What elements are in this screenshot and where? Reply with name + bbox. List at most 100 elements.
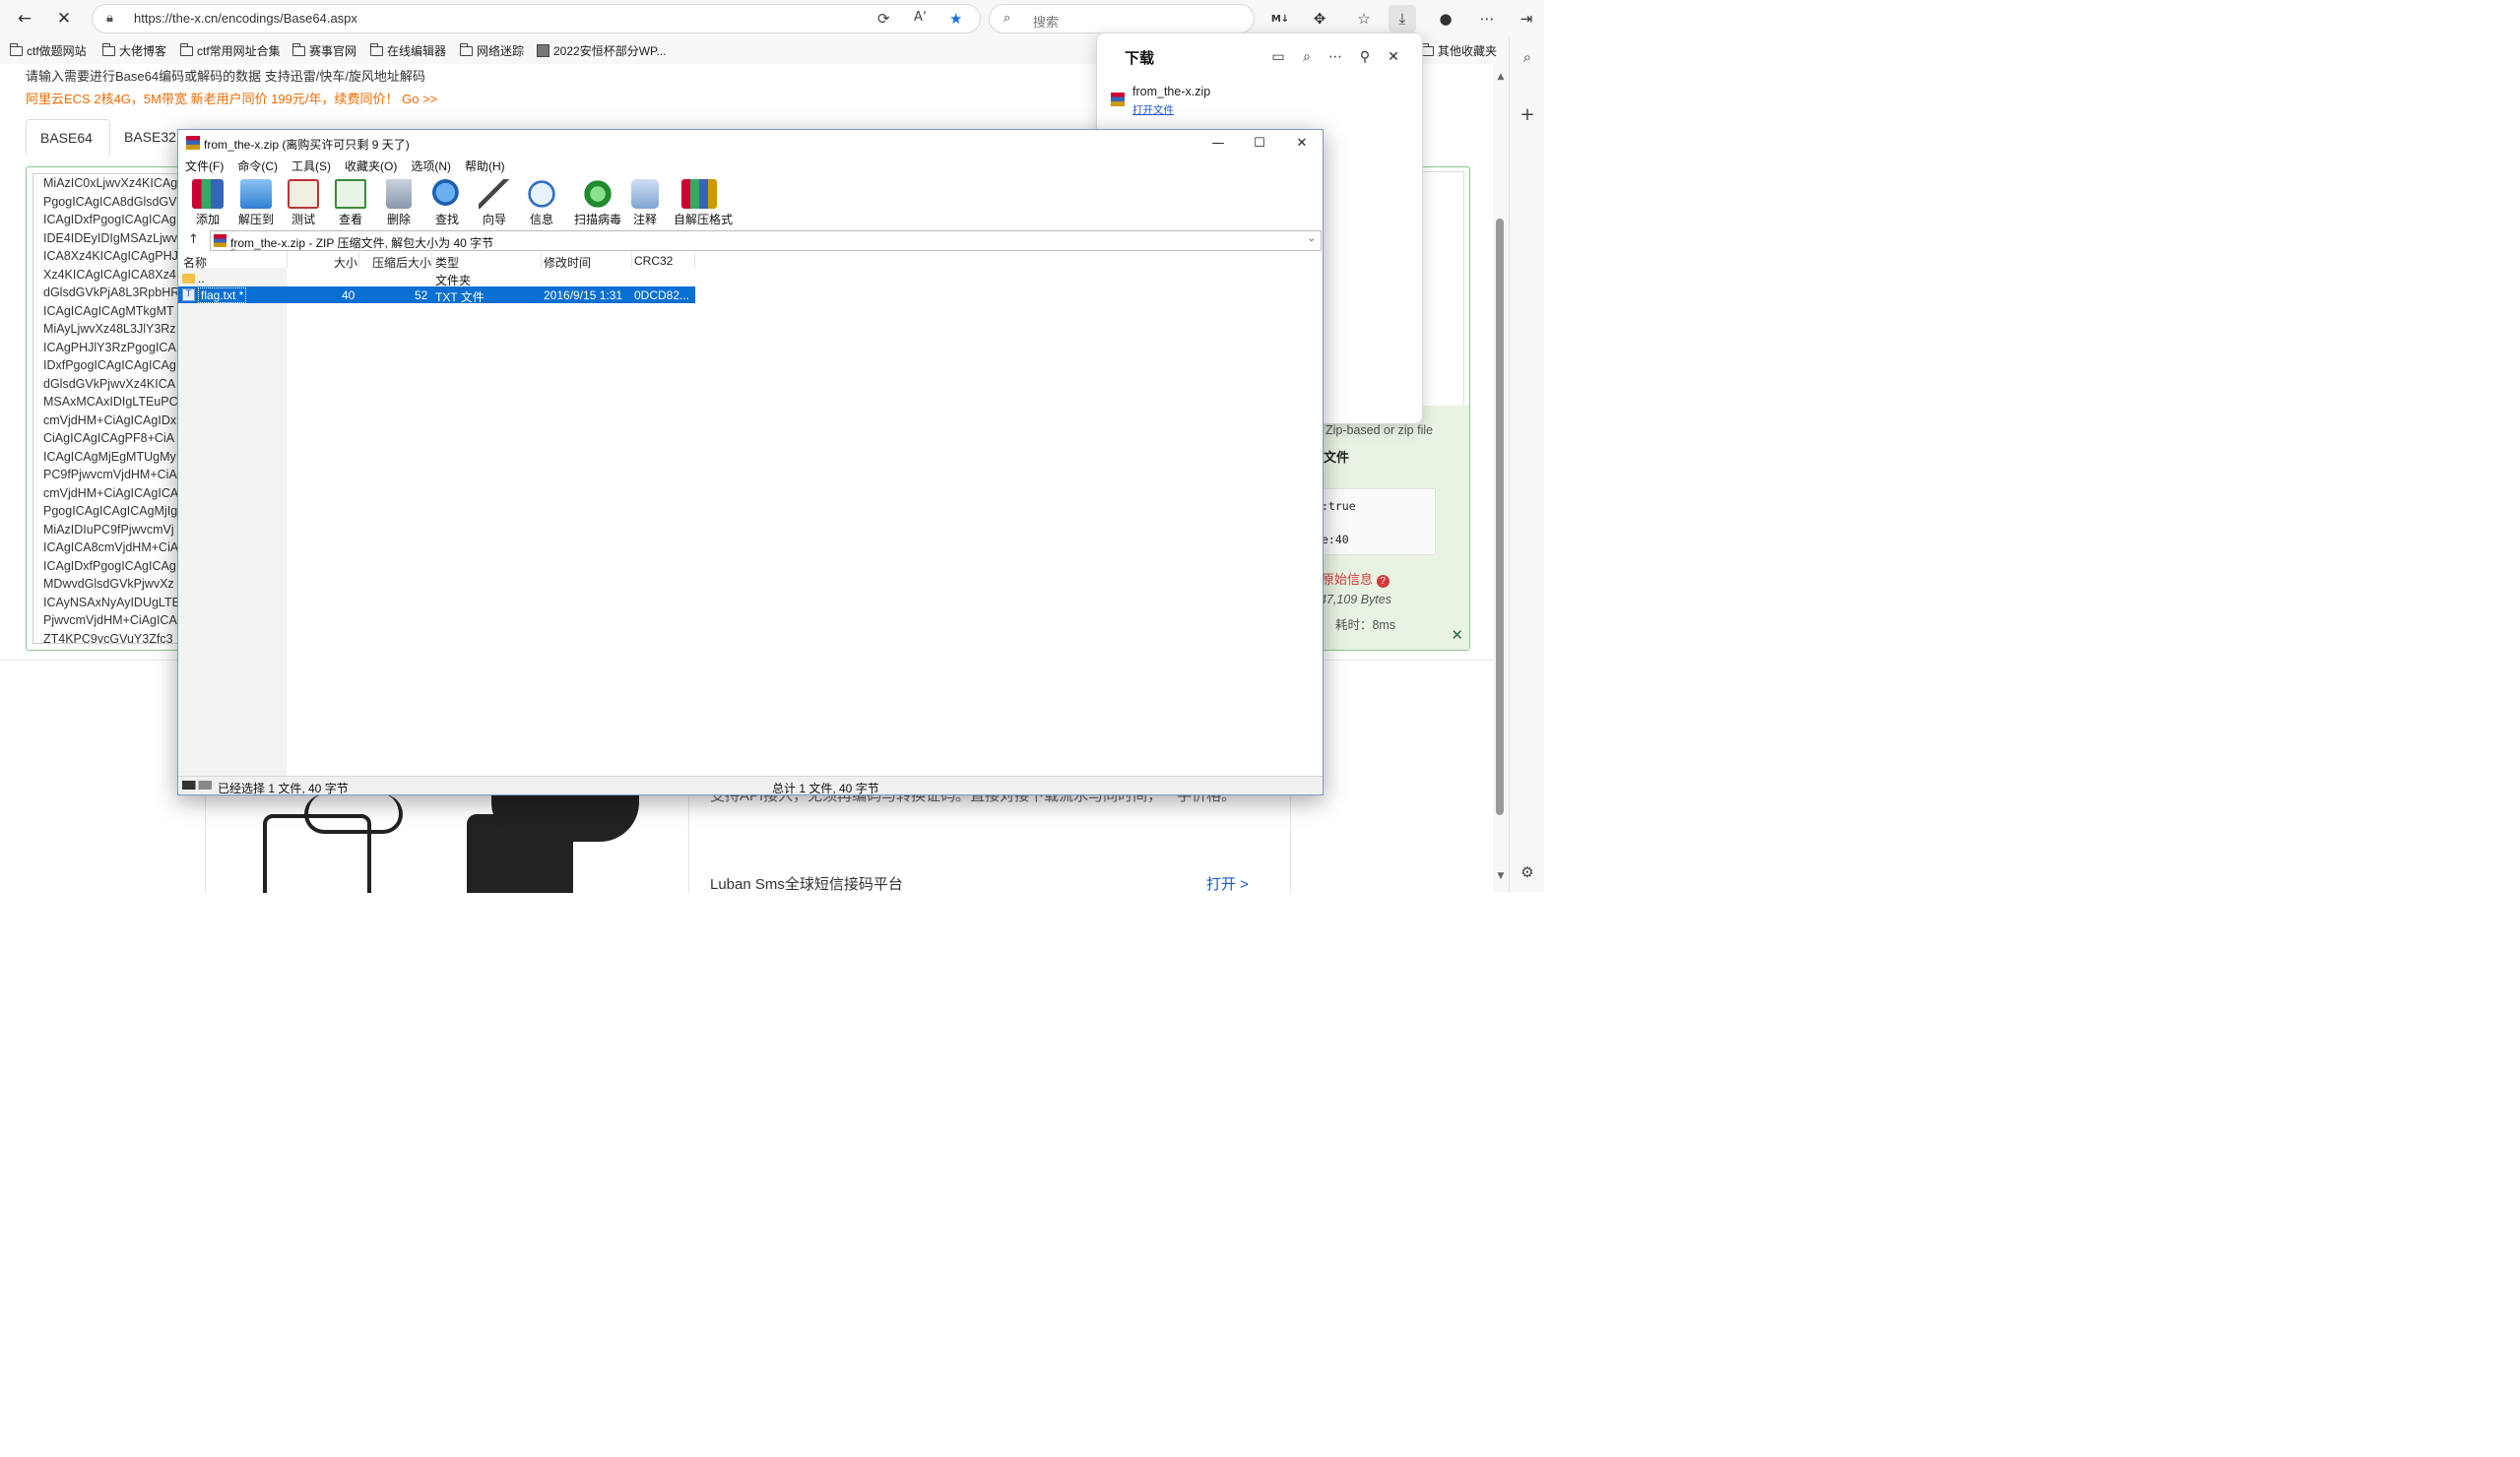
column-header-packed[interactable]: 压缩后大小: [372, 254, 431, 271]
add-button[interactable]: 添加: [186, 179, 229, 228]
page-scrollbar[interactable]: ▲ ▼: [1493, 64, 1509, 893]
menu-commands[interactable]: 命令(C): [230, 156, 285, 175]
minimize-icon[interactable]: —: [1196, 130, 1240, 156]
favorites-icon[interactable]: ☆: [1350, 5, 1378, 32]
table-row[interactable]: T flag.txt * 40 52 TXT 文件 2016/9/15 1:31…: [178, 286, 695, 304]
stop-loading-icon[interactable]: ✕: [50, 5, 78, 32]
window-titlebar[interactable]: from_the-x.zip (离购买许可只剩 9 天了) — ☐ ✕: [178, 130, 1323, 156]
folder-icon: [9, 42, 23, 56]
search-box[interactable]: ⌕ 搜索: [989, 4, 1255, 33]
trash-icon: [386, 179, 412, 209]
gear-icon[interactable]: ⚙: [1516, 860, 1539, 884]
help-icon[interactable]: ?: [1376, 575, 1389, 588]
column-header-crc32[interactable]: CRC32: [634, 254, 673, 268]
column-header-type[interactable]: 类型: [435, 254, 459, 271]
lock-icon[interactable]: 🔒︎: [106, 11, 113, 26]
favorite-star-icon[interactable]: ★: [949, 10, 962, 28]
comment-icon: [631, 179, 659, 209]
info-button[interactable]: 信息: [520, 179, 563, 228]
divider: [358, 252, 359, 268]
comment-button[interactable]: 注释: [623, 179, 667, 228]
tool-label: 测试: [291, 213, 315, 226]
row-name: flag.txt *: [198, 287, 247, 303]
close-icon[interactable]: ✕: [1383, 46, 1404, 68]
virus-scan-button[interactable]: 扫描病毒: [573, 179, 622, 228]
tool-label: 添加: [195, 213, 220, 226]
maximize-icon[interactable]: ☐: [1238, 130, 1281, 156]
search-icon[interactable]: ⌕: [1296, 46, 1318, 68]
bookmark-item[interactable]: 在线编辑器: [369, 42, 446, 59]
add-icon[interactable]: +: [1516, 102, 1539, 126]
menu-file[interactable]: 文件(F): [178, 156, 230, 175]
translate-icon[interactable]: ⟳: [877, 10, 890, 28]
raw-info-label[interactable]: 原始信息 ?: [1322, 569, 1389, 588]
bookmark-item[interactable]: ctf常用网址合集: [179, 42, 281, 59]
menu-favorites[interactable]: 收藏夹(O): [338, 156, 404, 175]
more-icon[interactable]: ⋯: [1325, 46, 1346, 68]
download-item[interactable]: from_the-x.zip 打开文件: [1111, 83, 1406, 118]
delete-button[interactable]: 删除: [377, 179, 420, 228]
bookmark-item[interactable]: 2022安恒杯部分WP...: [537, 42, 666, 59]
menu-tools[interactable]: 工具(S): [285, 156, 338, 175]
search-placeholder: 搜索: [1033, 16, 1060, 31]
menu-options[interactable]: 选项(N): [404, 156, 458, 175]
sidebar-toggle-icon[interactable]: ⇥: [1513, 5, 1540, 32]
column-header-name[interactable]: 名称: [183, 254, 207, 271]
open-file-link[interactable]: 打开文件: [1132, 102, 1174, 117]
column-header-size[interactable]: 大小: [334, 254, 357, 271]
archive-add-icon: [192, 179, 224, 209]
bookmark-item[interactable]: 网络迷踪: [459, 42, 524, 59]
ad-open-link[interactable]: 打开 >: [1206, 873, 1249, 893]
file-list[interactable]: 名称 ^ 大小 压缩后大小 类型 修改时间 CRC32 .. 文件夹 T fla…: [178, 248, 1323, 776]
extensions-icon[interactable]: ✥: [1306, 5, 1333, 32]
view-button[interactable]: 查看: [329, 179, 372, 228]
code-line: :true: [1322, 499, 1356, 513]
clipboard-check-icon: [288, 179, 319, 209]
table-row[interactable]: .. 文件夹: [178, 270, 695, 287]
search-icon[interactable]: ⌕: [1516, 45, 1539, 69]
page-icon: [537, 44, 549, 57]
divider: [688, 792, 689, 893]
promo-link[interactable]: 阿里云ECS 2核4G，5M带宽 新老用户同价 199元/年，续费同价！ Go …: [26, 89, 437, 107]
menu-help[interactable]: 帮助(H): [458, 156, 512, 175]
folder-icon: [179, 42, 193, 56]
downloads-icon[interactable]: ⤓: [1389, 5, 1416, 32]
read-aloud-icon[interactable]: Aʼ: [914, 10, 927, 25]
test-button[interactable]: 测试: [282, 179, 325, 228]
bookmark-item[interactable]: ctf做题网站: [9, 42, 87, 59]
close-icon[interactable]: ✕: [1451, 626, 1463, 644]
column-header-modified[interactable]: 修改时间: [544, 254, 591, 271]
markdown-extension-icon[interactable]: M↓: [1266, 5, 1294, 32]
profile-icon[interactable]: ●: [1432, 5, 1459, 32]
url-text[interactable]: https://the-x.cn/encodings/Base64.aspx: [134, 11, 357, 26]
address-bar[interactable]: 🔒︎ https://the-x.cn/encodings/Base64.asp…: [92, 4, 981, 33]
sfx-button[interactable]: 自解压格式: [674, 179, 733, 228]
scroll-up-icon[interactable]: ▲: [1494, 70, 1508, 84]
wizard-button[interactable]: 向导: [473, 179, 516, 228]
bookmark-item[interactable]: 大佬博客: [101, 42, 166, 59]
open-folder-icon[interactable]: ▭: [1267, 46, 1289, 68]
bookmark-item[interactable]: 赛事官网: [291, 42, 356, 59]
back-arrow-icon[interactable]: ←: [11, 5, 38, 32]
more-menu-icon[interactable]: ⋯: [1473, 5, 1501, 32]
divider: [431, 252, 432, 268]
window-title: from_the-x.zip (离购买许可只剩 9 天了): [204, 138, 410, 152]
scroll-down-icon[interactable]: ▼: [1494, 869, 1508, 883]
browser-sidebar: ⌕ + ⚙: [1509, 37, 1544, 893]
close-icon[interactable]: ✕: [1280, 130, 1324, 156]
extract-button[interactable]: 解压到: [234, 179, 278, 228]
result-elapsed: ， 耗时：8ms: [1320, 618, 1396, 632]
winrar-icon: [186, 136, 200, 150]
path-combobox[interactable]: from_the-x.zip - ZIP 压缩文件, 解包大小为 40 字节 ⌄: [210, 230, 1322, 251]
up-arrow-icon[interactable]: ↑: [188, 232, 199, 247]
tool-label: 向导: [482, 213, 506, 226]
pin-icon[interactable]: ⚲: [1354, 46, 1376, 68]
ad-area: 支持API接入，无须再编码与转换证码。直接对接下载流水与同时间，一手价格。 Lu…: [205, 788, 1291, 893]
chevron-down-icon[interactable]: ⌄: [1308, 233, 1316, 244]
menu-bar: 文件(F) 命令(C) 工具(S) 收藏夹(O) 选项(N) 帮助(H): [178, 156, 1323, 175]
bookmark-item-other[interactable]: 其他收藏夹: [1420, 42, 1497, 59]
scrollbar-thumb[interactable]: [1496, 219, 1504, 815]
find-button[interactable]: 查找: [425, 179, 469, 228]
tab-base64[interactable]: BASE64: [26, 119, 110, 157]
drive-icon: [182, 781, 212, 790]
